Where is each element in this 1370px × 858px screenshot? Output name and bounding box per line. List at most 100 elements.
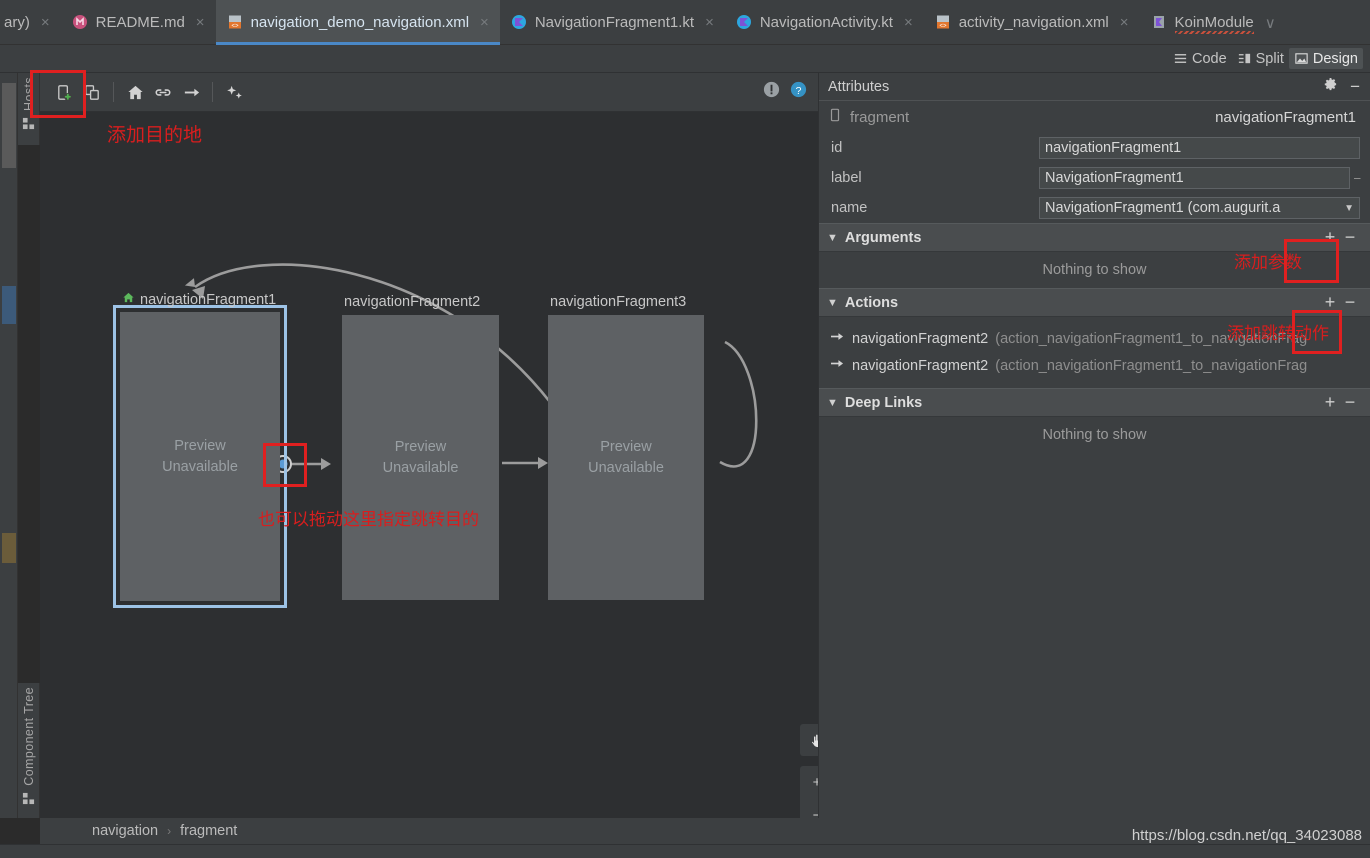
editor-tab-navigationfragment1-kt[interactable]: NavigationFragment1.kt × bbox=[500, 0, 725, 45]
pin-icon[interactable]: ⎯ bbox=[1354, 170, 1364, 186]
editor-tab-navigationactivity-kt[interactable]: NavigationActivity.kt × bbox=[725, 0, 924, 45]
preview-text-line2: Unavailable bbox=[162, 458, 238, 475]
close-icon[interactable]: × bbox=[1120, 14, 1129, 31]
editor-tab-readme[interactable]: README.md × bbox=[61, 0, 216, 45]
action-id: (action_navigationFragment1_to_navigatio… bbox=[995, 357, 1308, 374]
destination-preview: Preview Unavailable bbox=[342, 315, 499, 600]
editor-tab-koinmodule[interactable]: KoinModule ∨ bbox=[1140, 0, 1287, 45]
split-view-icon bbox=[1237, 51, 1252, 66]
section-title: Actions bbox=[844, 294, 899, 311]
editor-tab-bar: ary) × README.md × <> navigation_demo_na… bbox=[0, 0, 1370, 45]
destination-navigationFragment1[interactable]: navigationFragment1 Preview Unavailable bbox=[113, 292, 287, 608]
tab-design-label: Design bbox=[1312, 50, 1358, 67]
preview-text-line2: Unavailable bbox=[588, 459, 664, 476]
annotation-box-add-action bbox=[1292, 310, 1342, 354]
editor-tab-navigation-demo-xml[interactable]: <> navigation_demo_navigation.xml × bbox=[215, 0, 501, 45]
annotation-box-add-argument bbox=[1284, 239, 1339, 283]
tab-code[interactable]: Code bbox=[1168, 48, 1232, 69]
tab-split[interactable]: Split bbox=[1232, 48, 1289, 69]
action-arrow-icon bbox=[830, 357, 845, 374]
remove-argument-button[interactable]: − bbox=[1340, 227, 1360, 248]
close-icon[interactable]: × bbox=[196, 14, 205, 31]
close-icon[interactable]: × bbox=[705, 14, 714, 31]
destination-name: navigationFragment3 bbox=[550, 294, 687, 310]
toolbar-divider bbox=[113, 82, 114, 102]
editor-tab-label: NavigationFragment1.kt bbox=[534, 14, 695, 31]
rail-marker-3 bbox=[2, 533, 16, 563]
annotation-box-drag-handle bbox=[263, 443, 307, 487]
action-arrow-icon bbox=[830, 330, 845, 347]
attribute-row-id: id navigationFragment1 bbox=[819, 133, 1370, 163]
id-field[interactable]: navigationFragment1 bbox=[1039, 137, 1360, 159]
chevron-down-icon[interactable]: ∨ bbox=[1265, 14, 1276, 32]
home-icon bbox=[127, 85, 143, 99]
tool-window-component-tree[interactable]: Component Tree bbox=[18, 683, 40, 818]
zoom-out-button[interactable]: − bbox=[800, 799, 818, 818]
hosts-icon bbox=[22, 117, 35, 135]
hand-icon bbox=[810, 733, 818, 748]
chevron-down-icon: ▼ bbox=[827, 231, 838, 244]
gear-icon[interactable] bbox=[1323, 77, 1338, 96]
android-studio-window: ary) × README.md × <> navigation_demo_na… bbox=[0, 0, 1370, 858]
attribute-row-name: name NavigationFragment1 (com.augurit.a … bbox=[819, 193, 1370, 223]
design-view-icon bbox=[1294, 51, 1309, 66]
rail-marker-2 bbox=[2, 286, 16, 324]
breadcrumb-item-fragment[interactable]: fragment bbox=[180, 823, 237, 839]
action-destination: navigationFragment2 bbox=[852, 357, 989, 374]
destination-navigationFragment3[interactable]: navigationFragment3 Preview Unavailable bbox=[548, 294, 704, 600]
set-start-destination-button[interactable] bbox=[121, 79, 149, 105]
component-tree-icon bbox=[22, 792, 35, 810]
minimize-icon[interactable]: − bbox=[1350, 78, 1360, 95]
destination-label: navigationFragment1 bbox=[122, 291, 276, 308]
close-icon[interactable]: × bbox=[41, 14, 50, 31]
svg-text:?: ? bbox=[796, 86, 802, 97]
annotation-box-add-destination bbox=[30, 70, 86, 118]
navigation-graph-canvas[interactable]: navigationFragment1 Preview Unavailable … bbox=[40, 112, 818, 818]
warning-icon[interactable] bbox=[762, 80, 781, 104]
action-list-item[interactable]: navigationFragment2 (action_navigationFr… bbox=[819, 352, 1370, 379]
section-header-actions[interactable]: ▼ Actions + − bbox=[819, 288, 1370, 317]
status-bar bbox=[0, 844, 1370, 858]
breadcrumb-item-navigation[interactable]: navigation bbox=[92, 823, 158, 839]
action-arrow-icon bbox=[184, 88, 199, 96]
destination-preview: Preview Unavailable bbox=[113, 305, 287, 608]
name-dropdown[interactable]: NavigationFragment1 (com.augurit.a ▼ bbox=[1039, 197, 1360, 219]
add-action-button[interactable] bbox=[177, 79, 205, 105]
deep-links-empty-state: Nothing to show bbox=[1042, 427, 1147, 443]
label-field[interactable]: NavigationFragment1 bbox=[1039, 167, 1350, 189]
close-icon[interactable]: × bbox=[904, 14, 913, 31]
pan-tool-button[interactable] bbox=[800, 724, 818, 756]
auto-arrange-button[interactable] bbox=[220, 79, 248, 105]
editor-tab-ary[interactable]: ary) × bbox=[0, 0, 61, 45]
destination-navigationFragment2[interactable]: navigationFragment2 Preview Unavailable bbox=[342, 294, 499, 600]
action-destination: navigationFragment2 bbox=[852, 330, 989, 347]
preview-text-line2: Unavailable bbox=[382, 459, 459, 476]
attribute-row-label: label NavigationFragment1 ⎯ bbox=[819, 163, 1370, 193]
code-lines-icon bbox=[1173, 51, 1188, 66]
destination-name: navigationFragment1 bbox=[140, 291, 277, 308]
editor-tab-label: ary) bbox=[4, 14, 30, 31]
chevron-down-icon: ▼ bbox=[827, 296, 838, 309]
fragment-icon bbox=[828, 108, 842, 126]
attribute-key: name bbox=[831, 200, 868, 216]
close-icon[interactable]: × bbox=[480, 14, 489, 31]
editor-tab-activity-navigation-xml[interactable]: <> activity_navigation.xml × bbox=[924, 0, 1140, 45]
markdown-icon bbox=[72, 14, 89, 31]
editor-tab-label: README.md bbox=[95, 14, 185, 31]
deep-link-icon bbox=[155, 88, 171, 96]
breadcrumb-separator: › bbox=[167, 824, 172, 838]
remove-deep-link-button[interactable]: − bbox=[1340, 392, 1360, 413]
navigation-editor-toolbar: ? bbox=[40, 73, 818, 112]
zoom-in-button[interactable]: + bbox=[800, 766, 818, 799]
attribute-key: id bbox=[831, 140, 843, 156]
add-deep-link-button[interactable] bbox=[149, 79, 177, 105]
editor-tab-label: NavigationActivity.kt bbox=[759, 14, 893, 31]
tab-design[interactable]: Design bbox=[1288, 48, 1363, 69]
section-header-deep-links[interactable]: ▼ Deep Links + − bbox=[819, 388, 1370, 417]
kotlin-icon bbox=[736, 14, 753, 31]
component-type: fragment bbox=[850, 108, 910, 126]
auto-arrange-icon bbox=[226, 85, 242, 99]
help-icon[interactable]: ? bbox=[789, 80, 808, 104]
add-deep-link-button[interactable]: + bbox=[1320, 392, 1340, 413]
remove-action-button[interactable]: − bbox=[1340, 292, 1360, 313]
